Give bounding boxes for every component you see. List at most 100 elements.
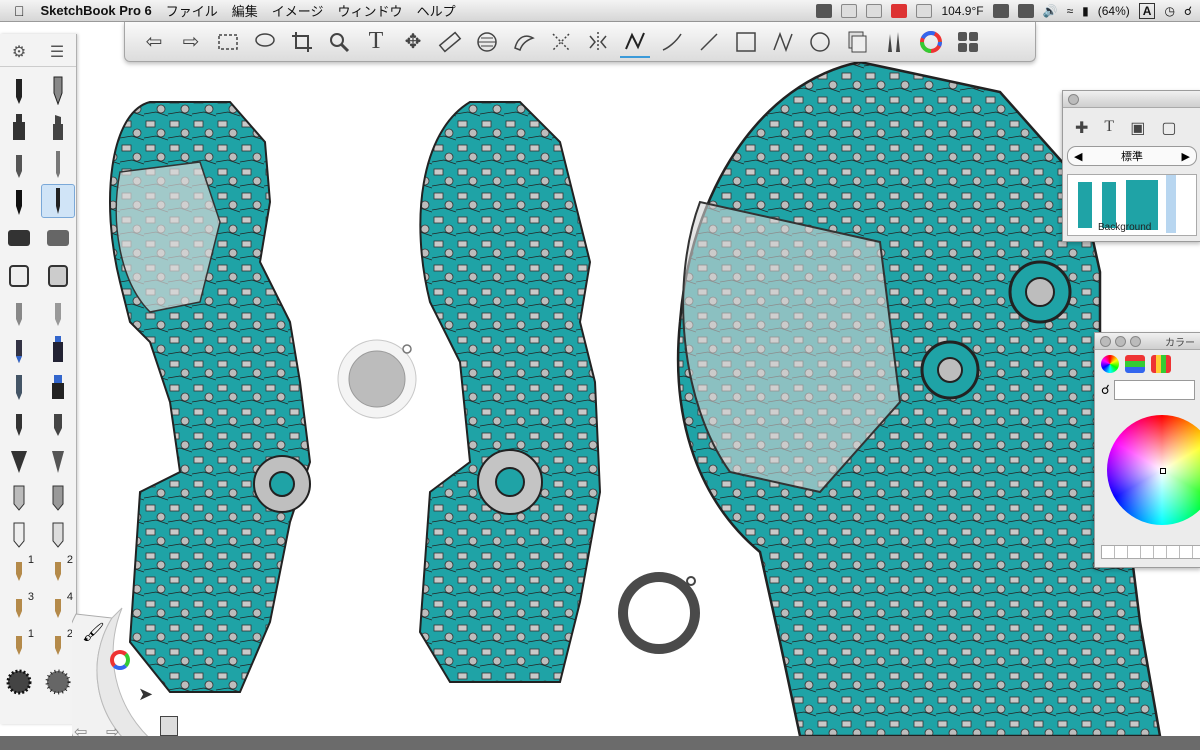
symmetry-x-icon[interactable]: [546, 27, 576, 57]
finder-icon[interactable]: [841, 3, 858, 18]
calendar-icon[interactable]: [866, 3, 883, 18]
battery-percent[interactable]: (64%): [1098, 4, 1130, 18]
brush-properties-icon[interactable]: ⚙: [12, 42, 26, 62]
chisel-marker-icon[interactable]: [41, 110, 75, 144]
chevron-right-icon[interactable]: ▶: [1182, 150, 1190, 163]
color-lagoon-icon[interactable]: [110, 650, 130, 670]
french-curve-icon[interactable]: [509, 27, 539, 57]
menu-file[interactable]: ファイル: [166, 1, 218, 20]
ellipse-guide-icon[interactable]: [472, 27, 502, 57]
marker-blue-icon[interactable]: [41, 369, 75, 403]
brush-size-puck[interactable]: [616, 570, 702, 656]
menu-window[interactable]: ウィンドウ: [338, 1, 403, 20]
text-tool-icon[interactable]: T: [361, 27, 391, 57]
blend-mode-selector[interactable]: ◀ 標準 ▶: [1067, 146, 1197, 166]
copic-library-icon[interactable]: [953, 27, 983, 57]
layer-scrollbar[interactable]: [1166, 175, 1176, 233]
preset-brush-4-icon[interactable]: 4: [41, 591, 75, 625]
layer-thumbnail[interactable]: Background: [1067, 174, 1197, 236]
undo-icon[interactable]: ⇦: [139, 27, 169, 57]
wifi-icon[interactable]: ≈: [1067, 4, 1074, 18]
color-palette-mode-icon[interactable]: [1151, 355, 1171, 373]
eraser-brush-icon[interactable]: [2, 517, 36, 551]
pencil-grey-2-icon[interactable]: [41, 295, 75, 329]
flat-brush-icon[interactable]: [41, 406, 75, 440]
layer-lagoon-icon[interactable]: [160, 716, 178, 736]
add-image-layer-icon[interactable]: ▣: [1130, 118, 1145, 138]
blender-icon[interactable]: [2, 369, 36, 403]
clock-icon[interactable]: ◷: [1164, 4, 1174, 18]
preset-brush-6-icon[interactable]: 2: [41, 628, 75, 662]
minimize-icon[interactable]: [1115, 335, 1126, 347]
marker-brush-icon[interactable]: [2, 110, 36, 144]
pencil-brush-icon[interactable]: [2, 73, 36, 107]
menu-help[interactable]: ヘルプ: [417, 1, 456, 20]
color-wheel[interactable]: [1107, 415, 1200, 525]
symmetry-y-icon[interactable]: [583, 27, 613, 57]
drive-icon[interactable]: [916, 3, 933, 18]
paint-bucket-icon[interactable]: [2, 258, 36, 292]
ink-pen-icon[interactable]: [2, 184, 36, 218]
eraser-brush-2-icon[interactable]: [41, 517, 75, 551]
stroke-tool-icon[interactable]: [620, 26, 650, 58]
brush-palette-icon[interactable]: [879, 27, 909, 57]
chevron-left-icon[interactable]: ◀: [1074, 150, 1082, 163]
spotlight-icon[interactable]: ☌: [1184, 4, 1192, 18]
palette-menu-icon[interactable]: ☰: [50, 42, 64, 62]
battery-icon[interactable]: ▮: [1082, 4, 1089, 18]
menu-edit[interactable]: 編集: [232, 1, 258, 20]
close-icon[interactable]: [1100, 335, 1111, 347]
ellipse-tool-icon[interactable]: [805, 27, 835, 57]
color-picker-marker[interactable]: [1160, 468, 1166, 474]
paint-bucket-2-icon[interactable]: [41, 258, 75, 292]
zoom-rotate-puck[interactable]: [336, 338, 418, 420]
airbrush-soft-icon[interactable]: [41, 221, 75, 255]
pastel-icon[interactable]: [41, 332, 75, 366]
skull-icon[interactable]: [816, 3, 833, 18]
rect-select-icon[interactable]: [213, 27, 243, 57]
selected-brush-icon[interactable]: [41, 184, 75, 218]
z-app-icon[interactable]: [1017, 3, 1034, 18]
custom-swatches[interactable]: [1101, 545, 1200, 559]
crop-icon[interactable]: [287, 27, 317, 57]
cube-icon[interactable]: [992, 3, 1009, 18]
round-brush-icon[interactable]: [2, 406, 36, 440]
fan-brush-icon[interactable]: [2, 443, 36, 477]
preset-brush-3-icon[interactable]: 3: [2, 591, 36, 625]
layers-icon[interactable]: [842, 27, 872, 57]
preset-brush-1-icon[interactable]: 1: [2, 554, 36, 588]
add-text-layer-icon[interactable]: T: [1104, 118, 1114, 138]
temperature-readout[interactable]: 104.9°F: [941, 4, 983, 18]
ruler-icon[interactable]: [435, 27, 465, 57]
lasso-icon[interactable]: [250, 27, 280, 57]
s-app-icon[interactable]: [891, 3, 908, 18]
color-sliders-mode-icon[interactable]: [1125, 355, 1145, 373]
color-wheel-mode-icon[interactable]: [1101, 355, 1119, 373]
smudge-brush-icon[interactable]: [2, 480, 36, 514]
volume-icon[interactable]: 🔊: [1043, 4, 1058, 18]
zoom-icon[interactable]: [1130, 335, 1141, 347]
texture-brush-icon[interactable]: [2, 665, 36, 699]
app-menu[interactable]: SketchBook Pro 6: [41, 3, 152, 18]
fan-brush-2-icon[interactable]: [41, 443, 75, 477]
brush-lagoon-icon[interactable]: 🖌: [82, 622, 105, 643]
menu-image[interactable]: イメージ: [272, 1, 324, 20]
polyline-tool-icon[interactable]: [768, 27, 798, 57]
color-wheel-icon[interactable]: [916, 27, 946, 57]
redo-icon[interactable]: ⇨: [176, 27, 206, 57]
smudge-brush-2-icon[interactable]: [41, 480, 75, 514]
technical-pen-icon[interactable]: [41, 73, 75, 107]
move-icon[interactable]: ✥: [398, 27, 428, 57]
layer-editor-titlebar[interactable]: [1063, 91, 1200, 108]
add-layer-icon[interactable]: ✚: [1075, 118, 1088, 138]
blue-pencil-icon[interactable]: [2, 332, 36, 366]
apple-menu-icon[interactable]: : [14, 3, 25, 19]
curve-tool-icon[interactable]: [657, 27, 687, 57]
close-icon[interactable]: [1068, 93, 1079, 105]
ballpoint-icon[interactable]: [2, 147, 36, 181]
color-hex-field[interactable]: [1113, 380, 1195, 400]
input-source-icon[interactable]: A: [1138, 2, 1156, 19]
pencil-grey-icon[interactable]: [2, 295, 36, 329]
airbrush-icon[interactable]: [2, 221, 36, 255]
color-editor-titlebar[interactable]: カラー: [1095, 333, 1200, 350]
